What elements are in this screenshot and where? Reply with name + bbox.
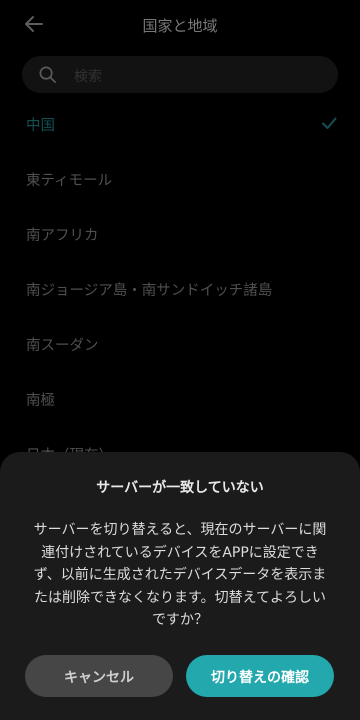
server-mismatch-dialog: サーバーが一致していない サーバーを切り替えると、現在のサーバーに関連付けされて… — [0, 452, 360, 720]
cancel-button[interactable]: キャンセル — [25, 655, 173, 697]
dialog-title: サーバーが一致していない — [96, 480, 264, 496]
dialog-message: サーバーを切り替えると、現在のサーバーに関連付けされているデバイスをAPPに設定… — [33, 522, 327, 628]
confirm-switch-button[interactable]: 切り替えの確認 — [186, 655, 334, 697]
